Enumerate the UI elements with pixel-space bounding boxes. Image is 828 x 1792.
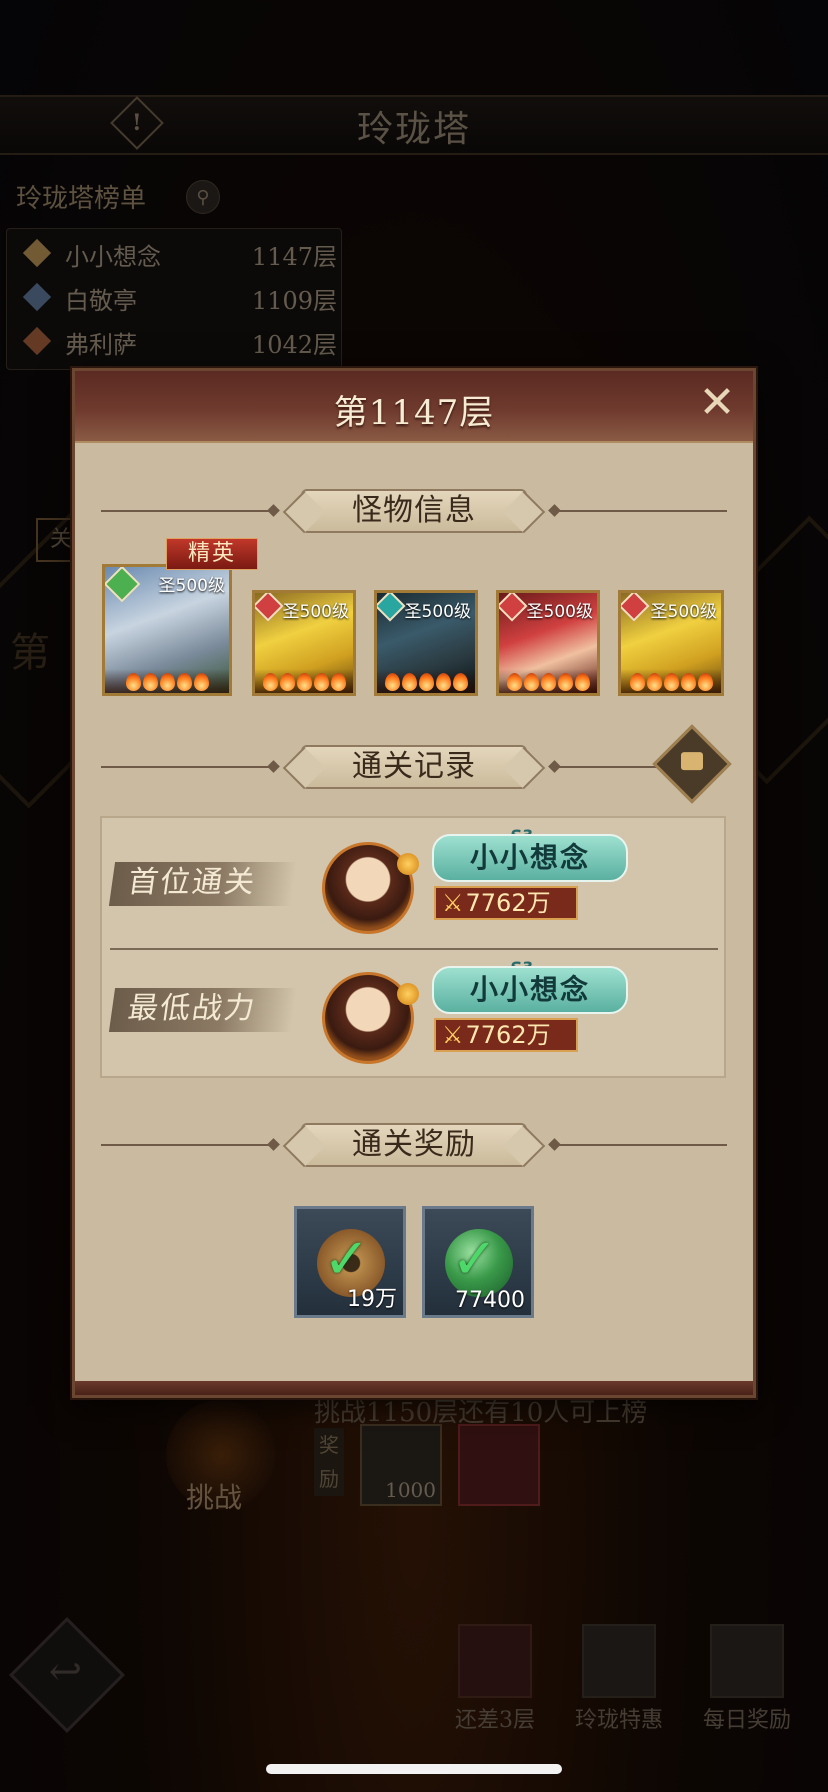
player-name-banner[interactable]: 小小想念	[432, 966, 628, 1014]
divider-line	[557, 1144, 727, 1146]
flower-icon	[397, 853, 419, 875]
section-heading-rewards: 通关奖励	[101, 1123, 727, 1167]
monster-level: 圣500级	[404, 602, 471, 622]
player-avatar[interactable]	[322, 972, 419, 1064]
record-divider	[110, 948, 718, 950]
modal-header: 第1147层 ✕	[75, 371, 753, 443]
monster-level: 圣500级	[158, 576, 225, 596]
combat-power-value: 7762万	[465, 1021, 551, 1049]
divider-line	[101, 766, 271, 768]
reward-item-jade[interactable]: ✓ 77400	[422, 1206, 534, 1318]
combat-power: ⚔7762万	[434, 1018, 578, 1052]
monster-card[interactable]: 圣500级	[496, 590, 600, 696]
player-avatar[interactable]	[322, 842, 419, 934]
reward-value: 19万	[347, 1287, 397, 1312]
elite-tag: 精英	[166, 538, 258, 570]
star-flames	[499, 669, 597, 693]
monster-card[interactable]: 圣500级	[252, 590, 356, 696]
claimed-check-icon: ✓	[451, 1227, 498, 1292]
record-label: 首位通关	[108, 862, 298, 906]
combat-power-value: 7762万	[465, 889, 551, 917]
divider-dot	[267, 504, 280, 517]
monster-card-elite[interactable]: 圣500级	[102, 564, 232, 696]
flower-icon	[397, 983, 419, 1005]
monster-card[interactable]: 圣500级	[618, 590, 724, 696]
video-camera-icon	[681, 752, 703, 771]
crossed-swords-icon: ⚔	[442, 1021, 464, 1049]
divider-dot	[267, 760, 280, 773]
section-title: 怪物信息	[301, 489, 527, 533]
star-flames	[255, 669, 353, 693]
star-flames	[377, 669, 475, 693]
modal-title: 第1147层	[333, 393, 495, 433]
monster-level: 圣500级	[282, 602, 349, 622]
crossed-swords-icon: ⚔	[442, 889, 464, 917]
monster-level: 圣500级	[650, 602, 717, 622]
star-flames	[621, 669, 721, 693]
divider-dot	[267, 1138, 280, 1151]
record-label: 最低战力	[108, 988, 298, 1032]
home-indicator[interactable]	[266, 1764, 562, 1774]
star-flames	[105, 669, 229, 693]
divider-line	[557, 766, 657, 768]
close-button[interactable]: ✕	[695, 381, 739, 427]
monster-card[interactable]: 圣500级	[374, 590, 478, 696]
divider-line	[101, 1144, 271, 1146]
modal-footer	[75, 1381, 753, 1395]
section-heading-record: 通关记录	[101, 745, 727, 789]
section-heading-monsters: 怪物信息	[101, 489, 727, 533]
combat-power: ⚔7762万	[434, 886, 578, 920]
section-title: 通关奖励	[301, 1123, 527, 1167]
reward-value: 77400	[455, 1288, 525, 1313]
monster-level: 圣500级	[526, 602, 593, 622]
player-name-banner[interactable]: 小小想念	[432, 834, 628, 882]
reward-item-coin[interactable]: ✓ 19万	[294, 1206, 406, 1318]
divider-line	[557, 510, 727, 512]
section-title: 通关记录	[301, 745, 527, 789]
divider-line	[101, 510, 271, 512]
